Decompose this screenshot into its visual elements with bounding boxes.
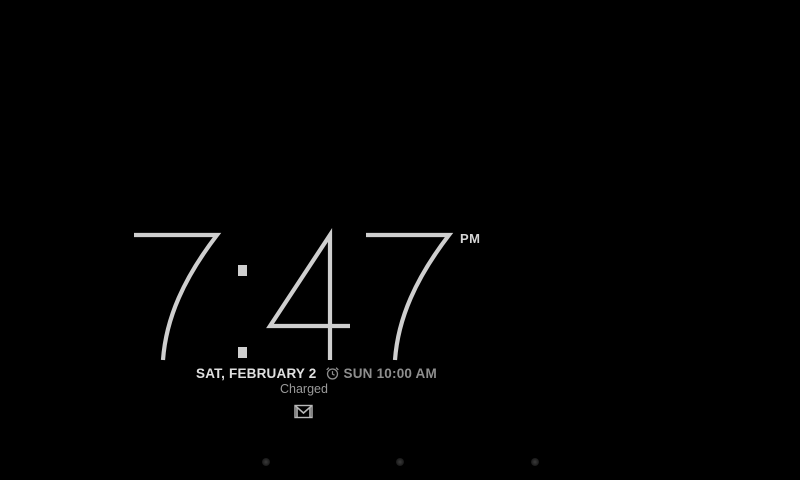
- lockscreen: PM SAT, FEBRUARY 2 SUN 10:00 AM Charged: [0, 0, 800, 480]
- clock-digits: [134, 228, 454, 361]
- gmail-icon[interactable]: [294, 404, 313, 419]
- widget-page-indicator-3[interactable]: [531, 458, 539, 466]
- digit-7: [134, 232, 222, 361]
- battery-status: Charged: [280, 382, 328, 396]
- am-pm-label: PM: [460, 231, 481, 246]
- date-alarm-row: SAT, FEBRUARY 2 SUN 10:00 AM: [196, 364, 437, 382]
- alarm-clock-icon: [325, 366, 339, 380]
- widget-page-indicator-1[interactable]: [262, 458, 270, 466]
- widget-page-indicator-2[interactable]: [396, 458, 404, 466]
- date-label: SAT, FEBRUARY 2: [196, 365, 317, 381]
- digit-4: [266, 228, 350, 360]
- colon: [238, 265, 247, 358]
- next-alarm-label: SUN 10:00 AM: [343, 365, 437, 381]
- digit-7-second: [366, 232, 454, 361]
